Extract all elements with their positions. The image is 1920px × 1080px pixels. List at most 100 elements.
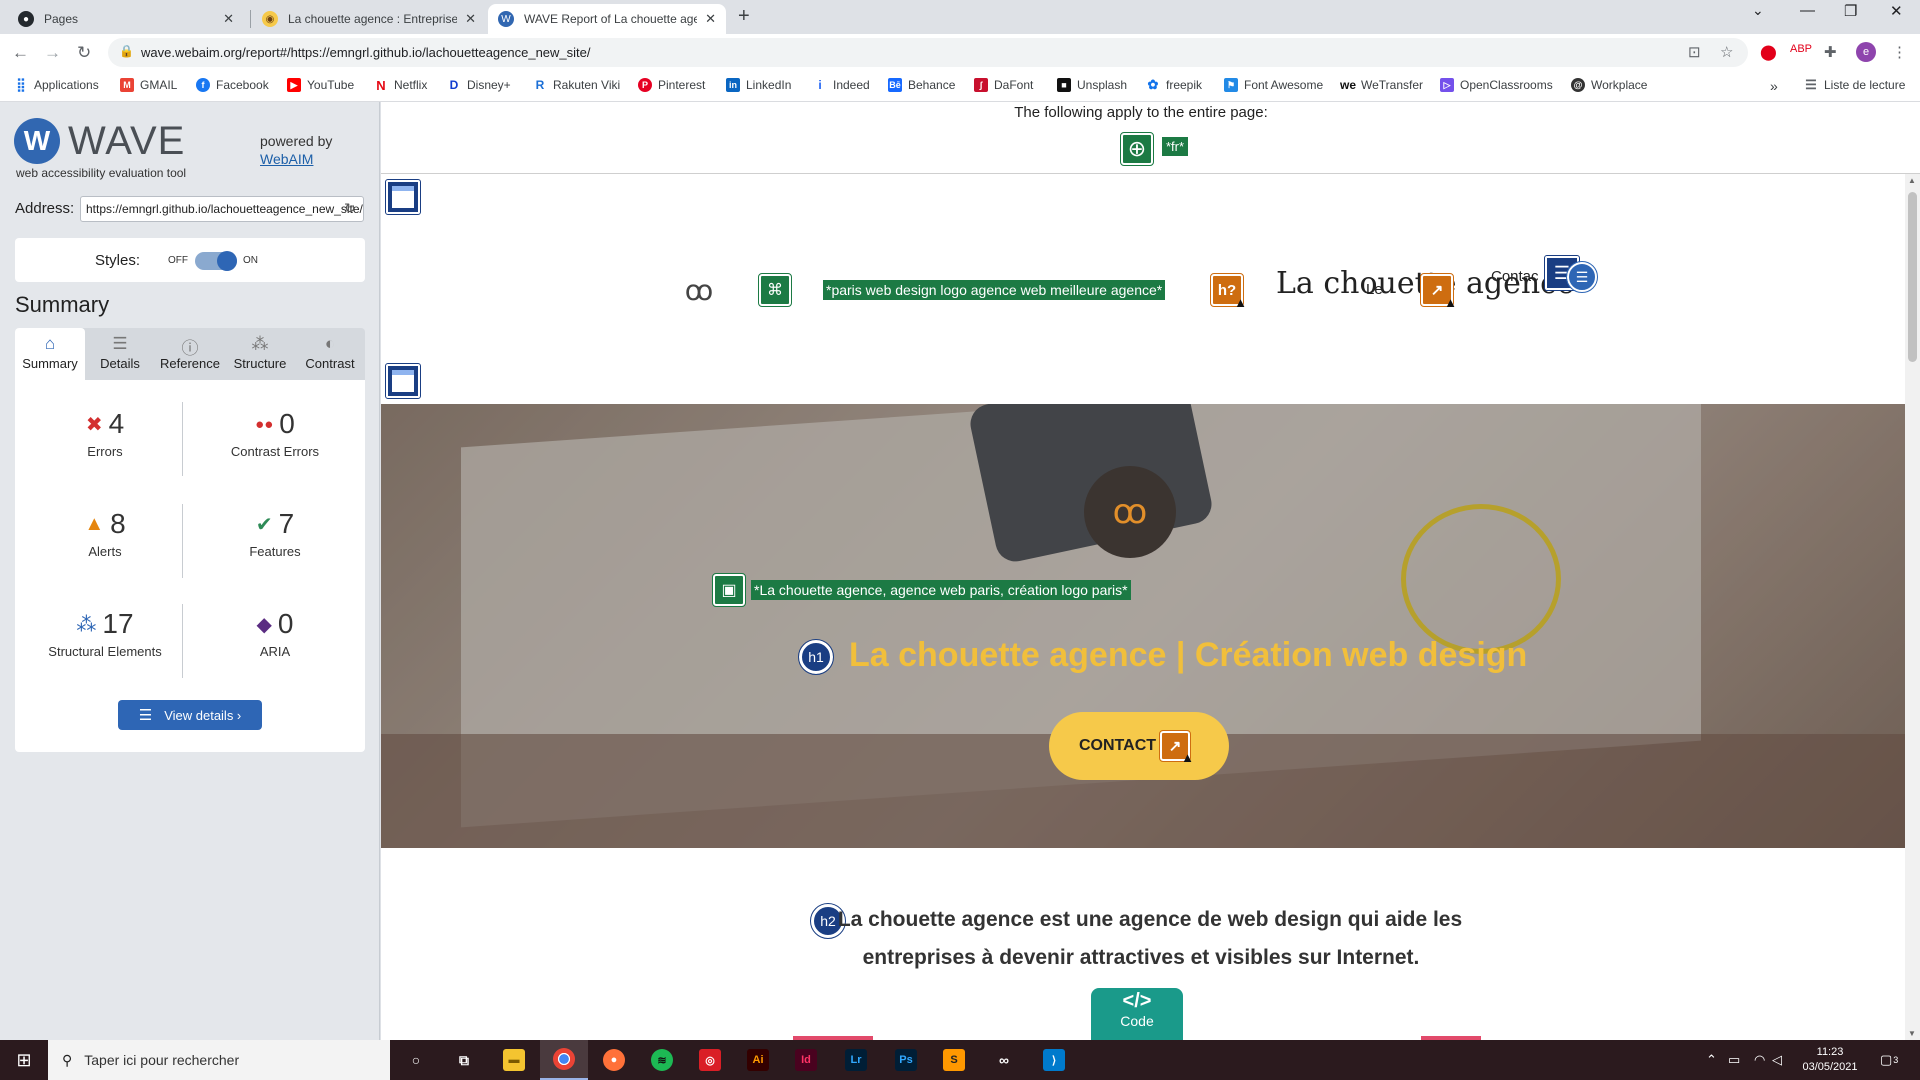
- bookmark-facebook[interactable]: f Facebook: [196, 78, 269, 92]
- styles-toggle[interactable]: [195, 251, 237, 271]
- tab-summary[interactable]: ⌂ Summary: [15, 328, 85, 380]
- bookmark-behance[interactable]: Bē Behance: [888, 78, 955, 92]
- back-icon[interactable]: ←: [12, 43, 29, 63]
- firefox-icon[interactable]: ●: [590, 1040, 638, 1080]
- volume-icon[interactable]: ◁: [1772, 1040, 1782, 1080]
- list-structure-icon[interactable]: ☰: [1566, 261, 1598, 293]
- spotify-icon[interactable]: ≋: [638, 1040, 686, 1080]
- bookmark-gmail[interactable]: M GMAIL: [120, 78, 177, 92]
- owl-logo-icon[interactable]: ꝏ: [679, 268, 719, 312]
- preview-scrollbar[interactable]: ▲ ▼: [1905, 174, 1920, 1040]
- close-icon[interactable]: ✕: [465, 11, 476, 27]
- scroll-up-icon[interactable]: ▲: [1908, 176, 1916, 185]
- stat-contrast-errors[interactable]: ●● 0 Contrast Errors: [190, 408, 360, 459]
- scrollbar-thumb[interactable]: [1908, 192, 1917, 362]
- address-input[interactable]: https://emngrl.github.io/lachouetteagenc…: [80, 196, 364, 222]
- forward-icon[interactable]: →: [44, 43, 61, 63]
- tab-pages[interactable]: ● Pages ✕: [8, 4, 244, 34]
- redundant-link-alert-icon[interactable]: ↗ ▲: [1420, 273, 1457, 310]
- cortana-icon[interactable]: ○: [392, 1040, 440, 1080]
- image-alt-icon[interactable]: ▣: [712, 573, 746, 607]
- bookmark-unsplash[interactable]: ■ Unsplash: [1057, 78, 1127, 92]
- bookmark-pinterest[interactable]: P Pinterest: [638, 78, 705, 92]
- reading-list-button[interactable]: ☰ Liste de lecture: [1804, 77, 1905, 92]
- bookmark-font-awesome[interactable]: ⚑ Font Awesome: [1224, 78, 1323, 92]
- opera-icon[interactable]: ⬤: [1760, 43, 1777, 61]
- redundant-link-alert-icon[interactable]: ↗ ▲: [1159, 730, 1194, 765]
- lightroom-icon[interactable]: Lr: [832, 1040, 880, 1080]
- globe-icon[interactable]: ⊕: [1120, 132, 1154, 166]
- bookmark-netflix[interactable]: N Netflix: [374, 78, 427, 93]
- bookmark-openclassrooms[interactable]: ▷ OpenClassrooms: [1440, 78, 1553, 92]
- view-details-button[interactable]: ☰ View details ›: [118, 700, 262, 730]
- adblock-icon[interactable]: ABP: [1790, 43, 1812, 55]
- scroll-down-icon[interactable]: ▼: [1908, 1029, 1916, 1038]
- code-tab-button[interactable]: </> Code: [1091, 988, 1183, 1040]
- vscode-icon[interactable]: ⟩: [1030, 1040, 1078, 1080]
- nav-link-contact[interactable]: Contac: [1491, 268, 1539, 285]
- profile-avatar[interactable]: e: [1856, 42, 1876, 62]
- battery-icon[interactable]: ▭: [1728, 1040, 1740, 1080]
- restore-icon[interactable]: ❐: [1844, 2, 1857, 20]
- bookmark-freepik[interactable]: ✿ freepik: [1146, 77, 1202, 92]
- bookmark-disney[interactable]: D Disney+: [447, 78, 511, 92]
- task-view-icon[interactable]: ⧉: [440, 1040, 488, 1080]
- stat-features[interactable]: ✔ 7 Features: [190, 508, 360, 559]
- menu-icon[interactable]: ⋮: [1892, 43, 1907, 61]
- stat-errors[interactable]: ✖ 4 Errors: [20, 408, 190, 459]
- taskbar-search[interactable]: ⚲ Taper ici pour rechercher: [48, 1040, 390, 1080]
- language-tag[interactable]: *fr*: [1162, 137, 1189, 156]
- tray-chevron-icon[interactable]: ⌃: [1706, 1040, 1717, 1080]
- close-icon[interactable]: ✕: [705, 11, 716, 27]
- webaim-link[interactable]: WebAIM: [260, 151, 313, 167]
- nav-link[interactable]: Le: [1366, 281, 1383, 298]
- close-icon[interactable]: ✕: [223, 11, 234, 27]
- minimize-icon[interactable]: —: [1800, 2, 1815, 19]
- illustrator-icon[interactable]: Ai: [734, 1040, 782, 1080]
- linked-image-icon[interactable]: ⌘: [758, 273, 792, 307]
- alert-heading-icon[interactable]: h? ▲: [1210, 273, 1247, 310]
- bookmark-dafont[interactable]: ʃ DaFont: [974, 78, 1033, 92]
- reload-icon[interactable]: ↻: [77, 43, 91, 63]
- bookmark-wetransfer[interactable]: we WeTransfer: [1340, 78, 1423, 92]
- photoshop-icon[interactable]: Ps: [882, 1040, 930, 1080]
- tab-details[interactable]: ☰ Details: [85, 328, 155, 380]
- stat-structural[interactable]: ⁂ 17 Structural Elements: [20, 608, 190, 659]
- file-explorer-icon[interactable]: ▬: [490, 1040, 538, 1080]
- header-region-icon[interactable]: [385, 179, 421, 215]
- window-close-icon[interactable]: ✕: [1890, 2, 1903, 20]
- bookmarks-overflow-button[interactable]: »: [1770, 78, 1778, 94]
- bookmark-linkedin[interactable]: in LinkedIn: [726, 78, 791, 92]
- translate-icon[interactable]: ⊡: [1688, 43, 1701, 61]
- notifications-icon[interactable]: ▢ 3: [1880, 1040, 1898, 1080]
- tab-contrast[interactable]: ◐ Contrast: [295, 328, 365, 380]
- tab-la-chouette[interactable]: ◉ La chouette agence : Entreprise w ✕: [252, 4, 486, 34]
- bookmark-indeed[interactable]: i Indeed: [813, 78, 869, 92]
- tab-wave-report[interactable]: W WAVE Report of La chouette agen ✕: [488, 4, 726, 34]
- windows-start-icon[interactable]: ⊞: [0, 1040, 48, 1080]
- h1-icon[interactable]: h1: [798, 639, 834, 675]
- indesign-icon[interactable]: Id: [782, 1040, 830, 1080]
- sublime-text-icon[interactable]: S: [930, 1040, 978, 1080]
- bookmark-applications[interactable]: ⣿ Applications: [14, 77, 98, 92]
- mask-app-icon[interactable]: ∞: [980, 1040, 1028, 1080]
- new-tab-button[interactable]: +: [738, 5, 750, 28]
- tab-reference[interactable]: ⓘ Reference: [155, 328, 225, 380]
- extensions-icon[interactable]: ✚: [1824, 43, 1837, 61]
- chrome-icon[interactable]: [540, 1040, 588, 1080]
- tab-search-icon[interactable]: ⌄: [1752, 2, 1764, 19]
- bookmark-youtube[interactable]: ▶ YouTube: [287, 78, 354, 92]
- contact-button[interactable]: CONTACT ↗ ▲: [1049, 712, 1229, 780]
- bookmark-rakuten[interactable]: R Rakuten Viki: [533, 78, 621, 92]
- address-bar[interactable]: 🔒 wave.webaim.org/report#/https://emngrl…: [108, 38, 1748, 67]
- lock-icon[interactable]: 🔒: [119, 44, 134, 58]
- stat-aria[interactable]: ◆ 0 ARIA: [190, 608, 360, 659]
- bookmark-workplace[interactable]: @ Workplace: [1571, 78, 1647, 92]
- taskbar-clock[interactable]: 11:23 03/05/2021: [1784, 1045, 1876, 1075]
- main-region-icon[interactable]: [385, 363, 421, 399]
- refresh-icon[interactable]: ↻: [344, 200, 356, 217]
- stat-alerts[interactable]: ▲ 8 Alerts: [20, 508, 190, 559]
- bookmark-star-icon[interactable]: ☆: [1720, 43, 1733, 61]
- wifi-icon[interactable]: ◠: [1754, 1040, 1765, 1080]
- tab-structure[interactable]: ⁂ Structure: [225, 328, 295, 380]
